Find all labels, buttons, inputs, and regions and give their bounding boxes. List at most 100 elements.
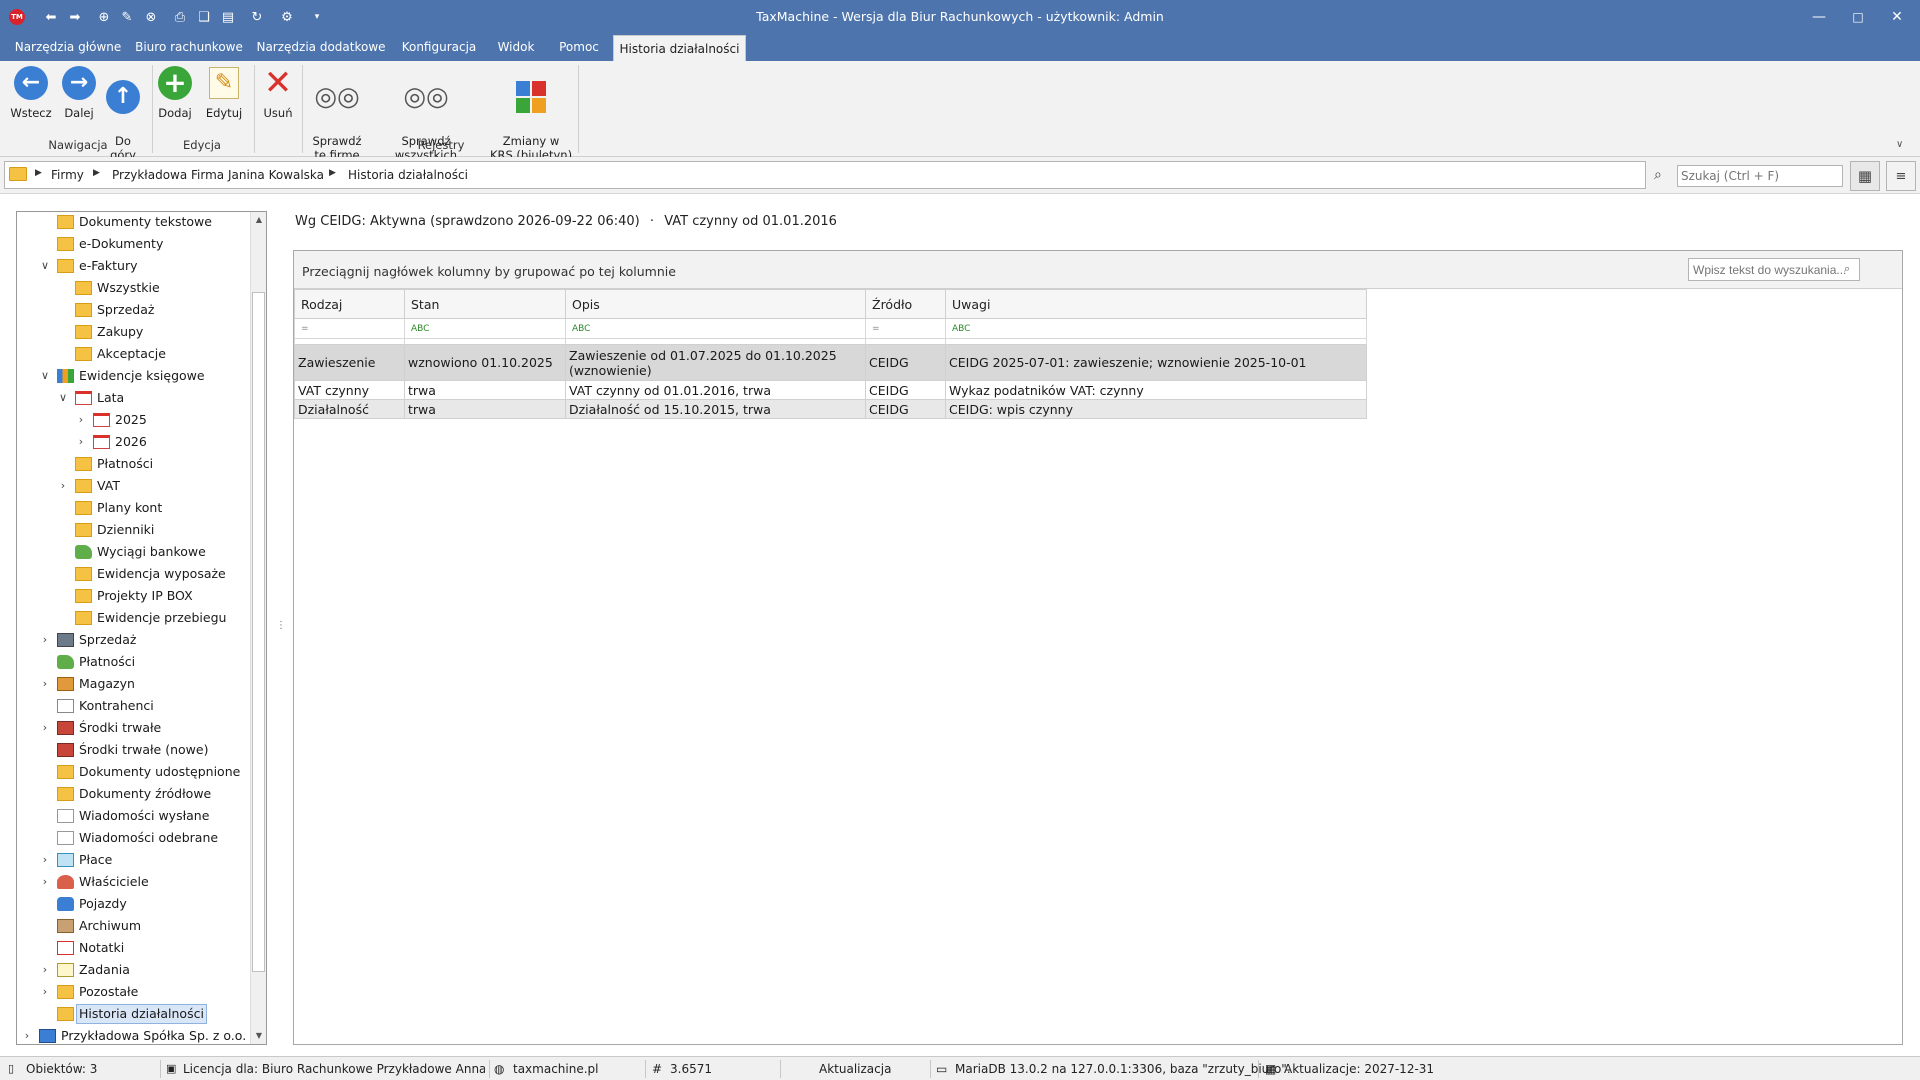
filter-cell[interactable]: ABC bbox=[945, 318, 1367, 339]
tree-item[interactable]: › Przykładowa Spółka Sp. z o.o. bbox=[17, 1026, 266, 1044]
tree-item[interactable]: Historia działalności bbox=[17, 1004, 266, 1024]
tree-item[interactable]: › Magazyn bbox=[17, 674, 266, 694]
expand-chevron-icon[interactable]: › bbox=[39, 630, 51, 650]
tree-item[interactable]: › 2025 bbox=[17, 410, 266, 430]
tree-item[interactable]: Ewidencje przebiegu bbox=[17, 608, 266, 628]
tree-item[interactable]: › Właściciele bbox=[17, 872, 266, 892]
tree-item[interactable]: Projekty IP BOX bbox=[17, 586, 266, 606]
tree-item[interactable]: › VAT bbox=[17, 476, 266, 496]
tree-item[interactable]: Wiadomości wysłane bbox=[17, 806, 266, 826]
minimize-button[interactable]: — bbox=[1802, 4, 1836, 30]
column-header-zrodlo[interactable]: Źródło bbox=[865, 289, 946, 319]
tree-item[interactable]: Wyciągi bankowe bbox=[17, 542, 266, 562]
tree-item[interactable]: Wszystkie bbox=[17, 278, 266, 298]
filter-cell[interactable]: ABC bbox=[404, 318, 566, 339]
tree-item[interactable]: Płatności bbox=[17, 652, 266, 672]
tree-item[interactable]: Dokumenty źródłowe bbox=[17, 784, 266, 804]
back-button[interactable]: ← Wstecz bbox=[8, 66, 54, 120]
tree-item[interactable]: Dokumenty udostępnione bbox=[17, 762, 266, 782]
tree-scrollbar[interactable]: ▲ ▼ bbox=[250, 212, 266, 1044]
tree-item[interactable]: › Płace bbox=[17, 850, 266, 870]
filter-cell[interactable]: = bbox=[294, 318, 405, 339]
tree-item[interactable]: › Środki trwałe bbox=[17, 718, 266, 738]
website-link[interactable]: taxmachine.pl bbox=[513, 1062, 599, 1076]
close-button[interactable]: ✕ bbox=[1880, 4, 1914, 30]
table-row[interactable]: Zawieszenie wznowiono 01.10.2025 Zawieszen… bbox=[294, 344, 1367, 381]
filter-button[interactable]: ≡ bbox=[1886, 161, 1916, 191]
tree-item[interactable]: ∨ Ewidencje księgowe bbox=[17, 366, 266, 386]
column-header-stan[interactable]: Stan bbox=[404, 289, 566, 319]
tree-item[interactable]: Sprzedaż bbox=[17, 300, 266, 320]
tree-item[interactable]: › Zadania bbox=[17, 960, 266, 980]
expand-chevron-icon[interactable]: › bbox=[21, 1026, 33, 1044]
tree-item[interactable]: Dzienniki bbox=[17, 520, 266, 540]
add-button[interactable]: + Dodaj bbox=[154, 66, 196, 120]
tree-item[interactable]: ∨ Lata bbox=[17, 388, 266, 408]
tree-item[interactable]: Archiwum bbox=[17, 916, 266, 936]
forward-button[interactable]: → Dalej bbox=[56, 66, 102, 120]
navigation-tree: Dokumenty tekstowe e-Dokumenty ∨ e-Faktury W… bbox=[16, 211, 267, 1045]
tab-pomoc[interactable]: Pomoc bbox=[552, 33, 606, 61]
maximize-button[interactable]: □ bbox=[1841, 4, 1875, 30]
tree-item[interactable]: › Pozostałe bbox=[17, 982, 266, 1002]
tree-item[interactable]: Akceptacje bbox=[17, 344, 266, 364]
tree-item[interactable]: Notatki bbox=[17, 938, 266, 958]
group-panel[interactable]: Przeciągnij nagłówek kolumny by grupować… bbox=[294, 251, 1902, 289]
scroll-up-icon[interactable]: ▲ bbox=[251, 212, 267, 228]
expand-chevron-icon[interactable]: › bbox=[39, 982, 51, 1002]
grid-search-input[interactable] bbox=[1688, 258, 1860, 281]
tab-historia-dzialalnosci[interactable]: Historia działalności bbox=[613, 35, 746, 61]
collapse-chevron-icon[interactable]: ∨ bbox=[39, 256, 51, 276]
table-cell: CEIDG: wpis czynny bbox=[945, 399, 1367, 419]
delete-button[interactable]: ✕ Usuń bbox=[258, 66, 298, 120]
filter-cell[interactable]: ABC bbox=[565, 318, 866, 339]
scrollbar-thumb[interactable] bbox=[252, 292, 265, 972]
filter-cell[interactable]: = bbox=[865, 318, 946, 339]
tree-item[interactable]: › Sprzedaż bbox=[17, 630, 266, 650]
breadcrumb-item-firmy[interactable]: Firmy bbox=[51, 168, 84, 182]
tree-item[interactable]: Środki trwałe (nowe) bbox=[17, 740, 266, 760]
expand-chevron-icon[interactable]: › bbox=[57, 476, 69, 496]
tab-konfiguracja[interactable]: Konfiguracja bbox=[398, 33, 480, 61]
tab-narzedzia-dodatkowe[interactable]: Narzędzia dodatkowe bbox=[256, 33, 386, 61]
folder-icon bbox=[57, 237, 74, 251]
tab-narzedzia-glowne[interactable]: Narzędzia główne bbox=[12, 33, 124, 61]
tree-item[interactable]: Zakupy bbox=[17, 322, 266, 342]
tab-widok[interactable]: Widok bbox=[491, 33, 541, 61]
collapse-chevron-icon[interactable]: ∨ bbox=[39, 366, 51, 386]
expand-chevron-icon[interactable]: › bbox=[75, 410, 87, 430]
expand-chevron-icon[interactable]: › bbox=[39, 850, 51, 870]
column-header-uwagi[interactable]: Uwagi bbox=[945, 289, 1367, 319]
breadcrumb-item-history[interactable]: Historia działalności bbox=[348, 168, 468, 182]
expand-chevron-icon[interactable]: › bbox=[39, 960, 51, 980]
search-input[interactable] bbox=[1677, 165, 1843, 187]
column-header-rodzaj[interactable]: Rodzaj bbox=[294, 289, 405, 319]
tree-item[interactable]: e-Dokumenty bbox=[17, 234, 266, 254]
scroll-down-icon[interactable]: ▼ bbox=[251, 1028, 267, 1044]
tree-item[interactable]: Kontrahenci bbox=[17, 696, 266, 716]
table-row[interactable]: VAT czynny trwa VAT czynny od 01.01.2016, … bbox=[294, 380, 1367, 400]
tree-item[interactable]: Pojazdy bbox=[17, 894, 266, 914]
panel-splitter[interactable]: ⋮ bbox=[276, 620, 286, 631]
tree-item[interactable]: Wiadomości odebrane bbox=[17, 828, 266, 848]
expand-chevron-icon[interactable]: › bbox=[39, 872, 51, 892]
tree-item[interactable]: Płatności bbox=[17, 454, 266, 474]
expand-chevron-icon[interactable]: › bbox=[39, 674, 51, 694]
breadcrumb[interactable]: ▶ Firmy ▶ Przykładowa Firma Janina Kowal… bbox=[4, 161, 1646, 189]
tree-item[interactable]: ∨ e-Faktury bbox=[17, 256, 266, 276]
grid-view-button[interactable]: ▦ bbox=[1850, 161, 1880, 191]
tree-item[interactable]: Ewidencja wyposaże bbox=[17, 564, 266, 584]
tree-item[interactable]: Dokumenty tekstowe bbox=[17, 212, 266, 232]
edit-button[interactable]: ✎ Edytuj bbox=[202, 66, 246, 120]
ribbon-collapse-icon[interactable]: ∨ bbox=[1896, 139, 1903, 150]
tree-item[interactable]: › 2026 bbox=[17, 432, 266, 452]
expand-chevron-icon[interactable]: › bbox=[75, 432, 87, 452]
column-header-opis[interactable]: Opis bbox=[565, 289, 866, 319]
tree-item[interactable]: Plany kont bbox=[17, 498, 266, 518]
table-row[interactable]: Działalność trwa Działalność od 15.10.2015… bbox=[294, 399, 1367, 419]
breadcrumb-item-company[interactable]: Przykładowa Firma Janina Kowalska bbox=[112, 168, 324, 182]
tab-biuro-rachunkowe[interactable]: Biuro rachunkowe bbox=[133, 33, 245, 61]
collapse-chevron-icon[interactable]: ∨ bbox=[57, 388, 69, 408]
update-button[interactable]: Aktualizacja bbox=[819, 1062, 891, 1076]
expand-chevron-icon[interactable]: › bbox=[39, 718, 51, 738]
